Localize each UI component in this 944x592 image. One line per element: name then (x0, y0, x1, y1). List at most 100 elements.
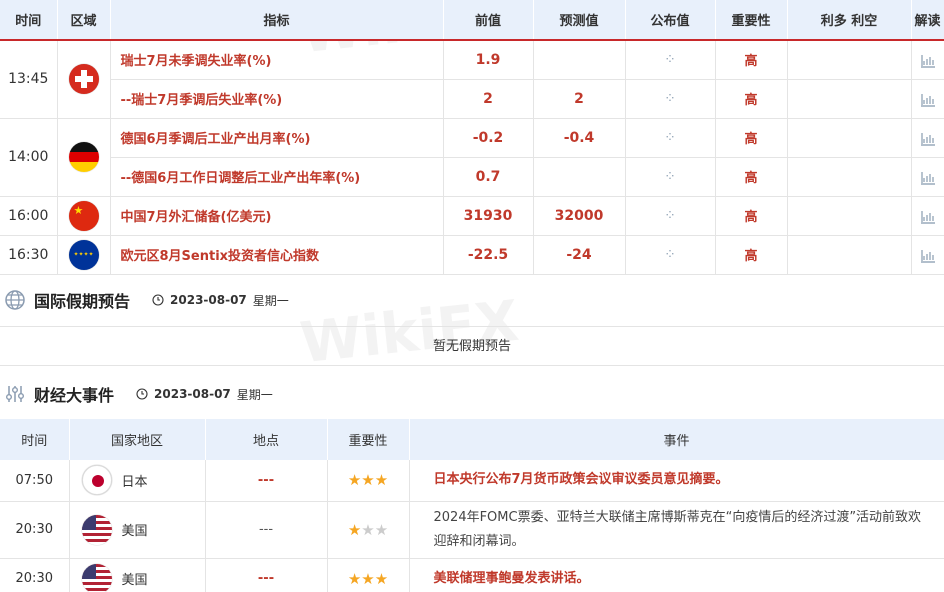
events-header-row: 时间 国家地区 地点 重要性 事件 (0, 419, 944, 460)
table-row[interactable]: 20:30 美国 --- ★★★ 2024年FOMC票委、亚特兰大联储主席博斯蒂… (0, 501, 944, 559)
event-place: --- (205, 558, 328, 592)
chart-icon[interactable] (920, 91, 936, 107)
event-importance: ★★★ (327, 558, 410, 592)
interpret-cell[interactable] (911, 79, 944, 119)
region-cell: ★ (57, 196, 111, 236)
events-table: 时间 国家地区 地点 重要性 事件 07:50 日本 --- ★★★ 日本央行公… (0, 419, 944, 592)
interpret-cell[interactable] (911, 196, 944, 236)
star-icon: ★ (347, 471, 362, 490)
col-indicator: 指标 (110, 0, 444, 41)
bull-bear-cell (787, 196, 912, 236)
actual-value: ⁘ (625, 196, 716, 236)
event-importance: ★★★ (327, 460, 410, 502)
bull-bear-cell (787, 235, 912, 275)
interpret-cell[interactable] (911, 40, 944, 80)
table-row[interactable]: 16:30 ✦✦✦✦ 欧元区8月Sentix投资者信心指数 -22.5 -24 … (0, 235, 944, 275)
usa-flag-icon (81, 563, 112, 592)
star-icon: ★ (361, 471, 375, 490)
actual-value: ⁘ (625, 157, 716, 197)
bull-bear-cell (787, 157, 912, 197)
holiday-date-text: 2023-08-07 (170, 293, 247, 307)
event-time: 20:30 (0, 501, 70, 559)
chart-icon[interactable] (920, 52, 936, 68)
chart-icon[interactable] (920, 247, 936, 263)
events-date: 2023-08-07 星期一 (136, 386, 273, 403)
row-time: 16:30 (0, 235, 58, 275)
importance-value: 高 (715, 118, 788, 158)
table-row[interactable]: 20:30 美国 --- ★★★ 美联储理事鲍曼发表讲话。 (0, 558, 944, 592)
switzerland-flag-icon (68, 64, 99, 95)
star-empty-icon: ★ (374, 520, 389, 539)
star-icon: ★ (347, 520, 362, 539)
holiday-section-header: 国际假期预告 2023-08-07 星期一 (0, 276, 944, 324)
indicator-name[interactable]: 德国6月季调后工业产出月率(%) (110, 118, 444, 158)
loading-spinner-icon: ⁘ (664, 129, 676, 146)
previous-value: 2 (443, 79, 534, 119)
forecast-value: 32000 (533, 196, 626, 236)
actual-value: ⁘ (625, 235, 716, 275)
indicator-name[interactable]: 瑞士7月未季调失业率(%) (110, 40, 444, 80)
country-name: 美国 (121, 573, 148, 588)
row-time: 13:45 (0, 40, 58, 119)
bull-bear-cell (787, 79, 912, 119)
japan-flag-icon (81, 465, 112, 496)
bull-bear-cell (787, 118, 912, 158)
col-country: 国家地区 (69, 419, 206, 460)
event-description[interactable]: 美联储理事鲍曼发表讲话。 (409, 558, 944, 592)
event-country: 日本 (69, 460, 206, 502)
table-row[interactable]: 13:45 瑞士7月未季调失业率(%) 1.9 ⁘ 高 (0, 40, 944, 119)
importance-value: 高 (715, 235, 788, 275)
holiday-date: 2023-08-07 星期一 (152, 292, 289, 309)
table-row[interactable]: --瑞士7月季调后失业率(%) 2 2 ⁘ 高 (0, 79, 944, 119)
event-description[interactable]: 2024年FOMC票委、亚特兰大联储主席博斯蒂克在“向疫情后的经济过渡”活动前致… (409, 501, 944, 559)
importance-value: 高 (715, 196, 788, 236)
forecast-value (533, 157, 626, 197)
actual-value: ⁘ (625, 79, 716, 119)
forecast-value: -24 (533, 235, 626, 275)
star-icon: ★ (347, 569, 362, 588)
indicator-name[interactable]: 中国7月外汇储备(亿美元) (110, 196, 444, 236)
col-forecast: 预测值 (533, 0, 626, 41)
indicator-name[interactable]: 欧元区8月Sentix投资者信心指数 (110, 235, 444, 275)
bull-bear-cell (787, 40, 912, 80)
table-row[interactable]: 07:50 日本 --- ★★★ 日本央行公布7月货币政策会议审议委员意见摘要。 (0, 460, 944, 502)
actual-value: ⁘ (625, 118, 716, 158)
col-importance: 重要性 (327, 419, 410, 460)
row-time: 14:00 (0, 118, 58, 197)
chart-icon[interactable] (920, 208, 936, 224)
indicator-name[interactable]: --德国6月工作日调整后工业产出年率(%) (110, 157, 444, 197)
events-weekday: 星期一 (236, 387, 273, 402)
holiday-weekday: 星期一 (252, 293, 289, 308)
event-time: 20:30 (0, 558, 70, 592)
indicator-name[interactable]: --瑞士7月季调后失业率(%) (110, 79, 444, 119)
col-event: 事件 (409, 419, 944, 460)
col-importance: 重要性 (715, 0, 788, 41)
previous-value: 31930 (443, 196, 534, 236)
clock-icon (152, 294, 164, 306)
col-interpret: 解读 (911, 0, 944, 41)
event-place: --- (205, 460, 328, 502)
event-country: 美国 (69, 558, 206, 592)
table-row[interactable]: 16:00 ★ 中国7月外汇储备(亿美元) 31930 32000 ⁘ 高 (0, 196, 944, 236)
table-row[interactable]: 14:00 德国6月季调后工业产出月率(%) -0.2 -0.4 ⁘ 高 (0, 118, 944, 197)
actual-value: ⁘ (625, 40, 716, 80)
interpret-cell[interactable] (911, 118, 944, 158)
interpret-cell[interactable] (911, 235, 944, 275)
region-cell (57, 40, 111, 119)
importance-value: 高 (715, 157, 788, 197)
table-row[interactable]: --德国6月工作日调整后工业产出年率(%) 0.7 ⁘ 高 (0, 157, 944, 197)
star-icon: ★ (361, 569, 375, 588)
previous-value: 0.7 (443, 157, 534, 197)
loading-spinner-icon: ⁘ (664, 90, 676, 107)
chart-icon[interactable] (920, 169, 936, 185)
country-name: 日本 (121, 474, 148, 490)
event-importance: ★★★ (327, 501, 410, 559)
event-description[interactable]: 日本央行公布7月货币政策会议审议委员意见摘要。 (409, 460, 944, 502)
clock-icon (136, 388, 148, 400)
sliders-icon (6, 386, 24, 402)
china-flag-icon: ★ (68, 200, 99, 231)
eu-flag-icon: ✦✦✦✦ (68, 239, 99, 270)
interpret-cell[interactable] (911, 157, 944, 197)
forecast-value: -0.4 (533, 118, 626, 158)
chart-icon[interactable] (920, 130, 936, 146)
